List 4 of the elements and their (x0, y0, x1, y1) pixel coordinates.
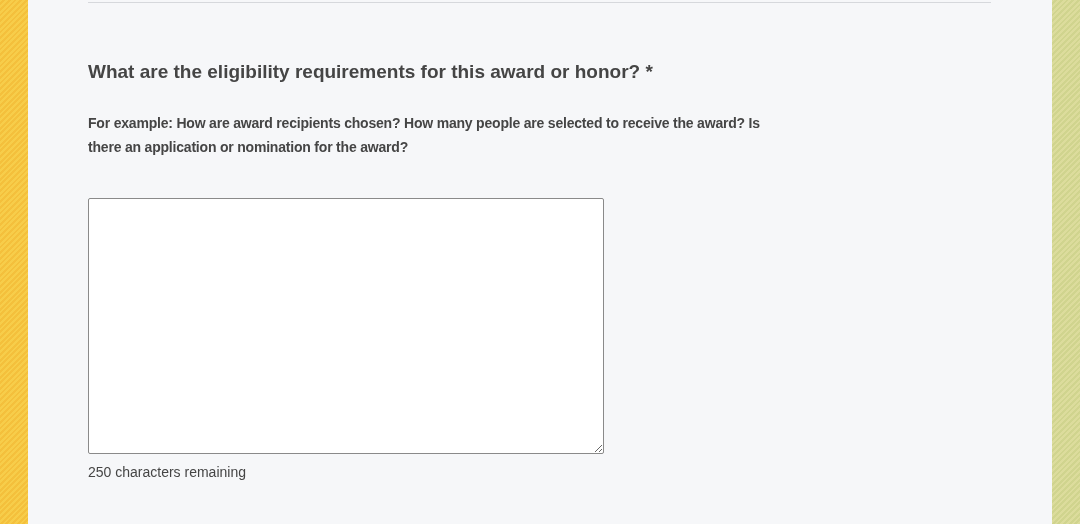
question-help-text: For example: How are award recipients chosen? How many people are selected to receive the award? Is there an application or nomination for the award? (88, 114, 761, 157)
question-title: What are the eligibility requirements for this award or honor? * (88, 61, 653, 83)
answer-field[interactable] (88, 198, 604, 454)
character-counter: 250 characters remaining (88, 464, 246, 480)
